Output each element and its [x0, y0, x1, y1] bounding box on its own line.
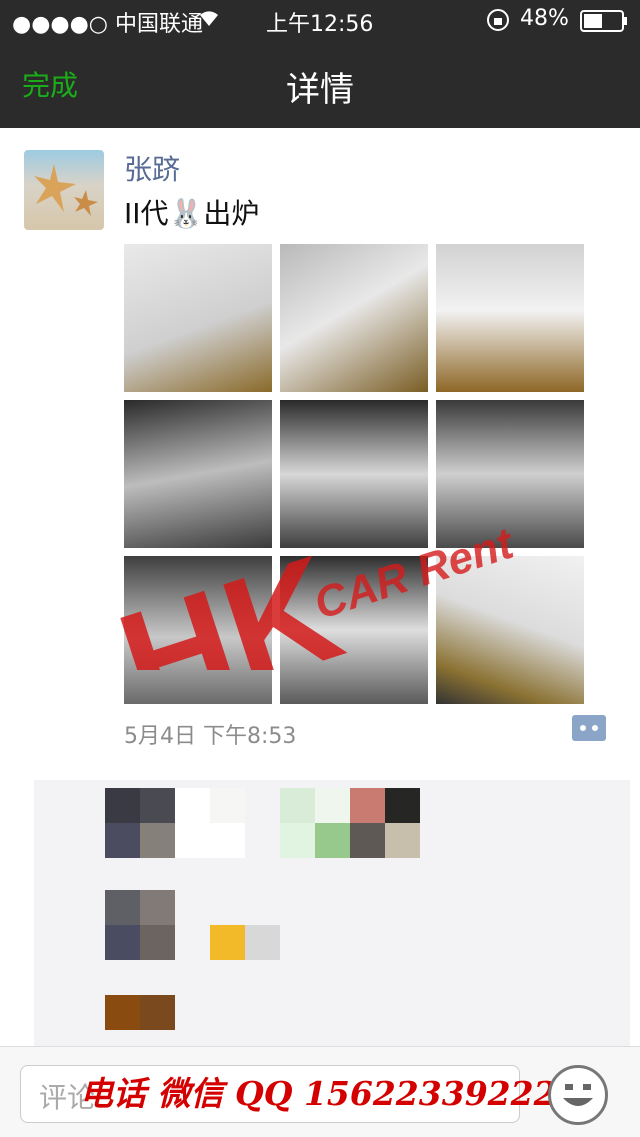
author-name[interactable]: 张跻 — [124, 148, 180, 188]
navigation-bar: 完成 详情 — [0, 40, 640, 128]
battery-icon — [580, 10, 628, 38]
post-text: II代🐰出炉 — [124, 197, 260, 230]
post-timestamp: 5月4日 下午8:53 — [124, 724, 297, 749]
starfish-icon — [34, 164, 98, 216]
photo-6[interactable] — [436, 400, 584, 548]
page-title: 详情 — [286, 70, 354, 110]
photo-5[interactable] — [280, 400, 428, 548]
status-bar: ●●●●○ 中国联通 上午12:56 48% — [0, 0, 640, 40]
rotation-lock-icon — [486, 8, 510, 38]
photo-4[interactable] — [124, 400, 272, 548]
avatar[interactable] — [24, 150, 104, 230]
photo-8[interactable] — [280, 556, 428, 704]
wifi-icon — [196, 4, 222, 34]
photo-2[interactable] — [280, 244, 428, 392]
comment-action-button[interactable] — [572, 715, 606, 741]
photo-9[interactable] — [436, 556, 584, 704]
carrier-label: ●●●●○ 中国联通 — [12, 12, 203, 37]
moment-post: 张跻 II代🐰出炉 5月4日 下午8:53 — [0, 128, 640, 773]
photo-1[interactable] — [124, 244, 272, 392]
photo-7[interactable] — [124, 556, 272, 704]
photo-grid — [124, 244, 584, 704]
likes-section — [34, 780, 630, 1046]
contact-overlay-text: 电话 微信 QQ 15622339222 — [80, 1074, 557, 1113]
battery-percent: 48% — [520, 6, 569, 31]
comment-bar: 评论 电话 微信 QQ 15622339222 — [0, 1046, 640, 1137]
emoji-icon[interactable] — [548, 1065, 608, 1125]
photo-3[interactable] — [436, 244, 584, 392]
clock: 上午12:56 — [266, 12, 374, 37]
